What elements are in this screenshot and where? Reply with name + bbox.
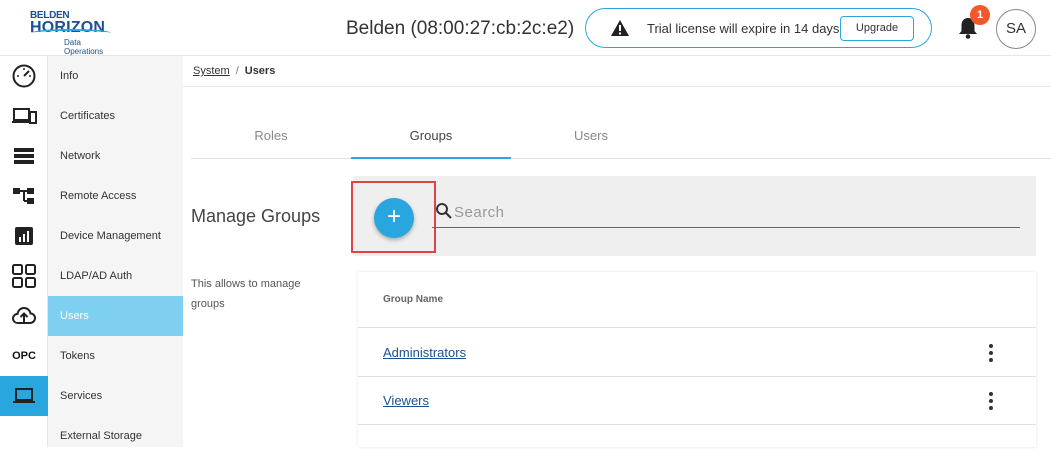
rail-item-devices[interactable] [0,96,48,136]
tab-users[interactable]: Users [511,116,671,159]
laptop-icon [13,388,35,403]
tab-roles[interactable]: Roles [191,116,351,159]
column-header-group-name[interactable]: Group Name [383,294,443,305]
submenu-item-external-storage[interactable]: External Storage [48,416,183,456]
rail-item-list[interactable] [0,136,48,176]
tab-groups[interactable]: Groups [351,116,511,159]
warning-icon [611,20,629,36]
system-submenu: Info Certificates Network Remote Access … [48,56,183,447]
tab-bar: Roles Groups Users [191,116,1051,159]
device-title: Belden (08:00:27:cb:2c:e2) [346,18,575,39]
breadcrumb-separator: / [235,65,239,77]
logo-line-3: Data Operations [64,38,104,56]
group-link-administrators[interactable]: Administrators [383,345,466,360]
notification-count-badge: 1 [970,5,990,25]
table-row: Viewers [358,377,1036,425]
submenu-item-services[interactable]: Services [48,376,183,416]
submenu-item-network[interactable]: Network [48,136,183,176]
top-header: BELDEN HORIZON Data Operations Belden (0… [0,0,1051,56]
submenu-item-users[interactable]: Users [48,296,183,336]
logo-swoosh [31,29,111,37]
submenu-item-info[interactable]: Info [48,56,183,96]
rail-item-hierarchy[interactable] [0,176,48,216]
cloud-upload-icon [11,306,37,324]
table-row: Administrators [358,329,1036,377]
rail-item-opc[interactable]: OPC [0,336,48,376]
search-input[interactable] [432,198,1020,228]
breadcrumb-divider [183,86,1051,87]
page-title: Manage Groups [191,206,321,226]
user-avatar[interactable]: SA [996,9,1036,49]
add-group-button[interactable]: + [374,198,414,238]
license-banner: Trial license will expire in 14 days Upg… [585,8,932,48]
rail-item-dashboard[interactable] [0,56,48,96]
hierarchy-icon [13,188,34,204]
devices-icon [12,108,37,124]
plus-icon: + [386,203,401,230]
more-options-icon[interactable] [983,391,999,411]
main-content: System / Users Roles Groups Users Manage G… [183,56,1051,447]
apps-grid-icon [12,264,36,288]
page-description: This allows to manage groups [191,278,301,310]
list-icon [14,148,34,164]
table-header: Group Name [358,272,1036,328]
groups-table: Group Name Administrators Viewers [358,272,1036,447]
icon-rail: OPC [0,56,48,447]
group-link-viewers[interactable]: Viewers [383,393,429,408]
rail-item-cloud[interactable] [0,296,48,336]
rail-item-analytics[interactable] [0,216,48,256]
submenu-item-ldap-auth[interactable]: LDAP/AD Auth [48,256,183,296]
breadcrumb: System / Users [193,65,275,77]
rail-item-apps[interactable] [0,256,48,296]
license-message: Trial license will expire in 14 days [647,21,840,36]
submenu-item-device-management[interactable]: Device Management [48,216,183,256]
search-icon [436,203,452,219]
submenu-item-remote-access[interactable]: Remote Access [48,176,183,216]
dashboard-gauge-icon [12,64,36,88]
rail-item-system[interactable] [0,376,48,416]
upgrade-button[interactable]: Upgrade [840,16,914,41]
analytics-icon [15,227,33,245]
breadcrumb-system-link[interactable]: System [193,65,230,77]
belden-horizon-logo[interactable]: BELDEN HORIZON Data Operations [28,10,118,56]
breadcrumb-current: Users [244,65,276,77]
more-options-icon[interactable] [983,343,999,363]
submenu-item-certificates[interactable]: Certificates [48,96,183,136]
submenu-item-tokens[interactable]: Tokens [48,336,183,376]
opc-icon: OPC [12,350,36,362]
